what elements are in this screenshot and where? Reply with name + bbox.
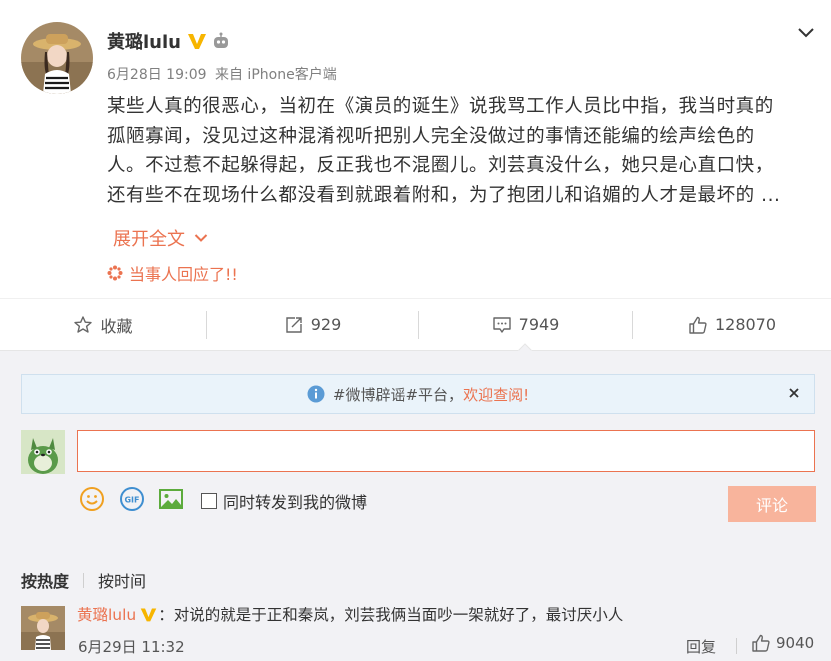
repost-button[interactable]: 929 [207,299,418,350]
verified-icon [140,607,157,621]
repost-checkbox-label: 同时转发到我的微博 [223,493,368,512]
divider [736,638,737,654]
content-line: 孤陋寡闻，没见过这种混淆视听把别人完全没做过的事情还能编的绘声绘色的 [107,125,755,147]
comment-text: ：对说的就是于正和秦岚，刘芸我俩当面吵一架就好了，最讨厌小人 [158,606,624,624]
caret-up-icon [518,343,532,351]
author-row: 黄璐lulu [107,28,231,54]
chevron-down-icon[interactable] [796,22,816,42]
divider [83,572,85,588]
like-button[interactable]: 128070 [633,299,831,350]
verified-icon [187,34,206,49]
notice-text: #微博辟谣#平台， [332,385,464,404]
sort-by-hot-tab[interactable]: 按热度 [21,568,69,592]
post-content: 某些人真的很恶心，当初在《演员的诞生》说我骂工作人员比中指，我当时真的 孤陋寡闻… [107,92,813,210]
submit-comment-button[interactable]: 评论 [728,486,816,522]
favorite-button[interactable]: 收藏 [0,299,206,350]
image-icon[interactable] [158,486,184,512]
like-count: 128070 [714,315,777,334]
sort-by-time-tab[interactable]: 按时间 [98,568,146,592]
comment-like-count: 9040 [776,634,815,652]
repost-checkbox[interactable]: 同时转发到我的微博 [201,489,367,513]
chevron-down-icon [194,234,208,242]
close-icon[interactable] [784,383,804,403]
comment-like-button[interactable]: 9040 [751,633,814,653]
robot-icon[interactable] [211,31,231,51]
notice-link[interactable]: 欢迎查阅! [463,384,529,405]
comment-time: 6月29日 11:32 [78,638,185,656]
comment-line: 黄璐lulu ：对说的就是于正和秦岚，刘芸我俩当面吵一架就好了，最讨厌小人 [77,603,623,625]
weibo-post: 黄璐lulu 6月28日 19:09 来自 iPhone客户端 某些人真的很恶心… [0,0,831,298]
comment-item: 黄璐lulu ：对说的就是于正和秦岚，刘芸我俩当面吵一架就好了，最讨厌小人 6月… [0,596,831,661]
comment-input[interactable] [77,430,815,472]
post-meta: 6月28日 19:09 来自 iPhone客户端 [107,64,337,84]
respond-link[interactable]: 当事人回应了!! [107,261,238,285]
commenter-name[interactable]: 黄璐lulu [77,603,136,625]
content-line: 某些人真的很恶心，当初在《演员的诞生》说我骂工作人员比中指，我当时真的 [107,96,774,117]
thumbs-up-icon [689,316,707,334]
comment-panel: #微博辟谣#平台， 欢迎查阅! GIF 同时转发到我的微博 评论 按热度 按时间… [0,350,831,661]
content-line: 人。不过惹不起躲得起，反正我也不混圈儿。刘芸真没什么，她只是心直口快， [107,155,774,177]
comment-count: 7949 [518,315,560,334]
repost-icon [286,316,302,333]
favorite-label: 收藏 [100,316,133,336]
comment-sort-bar: 按热度 按时间 [21,568,146,592]
thumbs-up-icon [752,634,770,652]
commenter-avatar[interactable] [21,606,65,650]
reply-button[interactable]: 回复 [686,636,716,657]
checkbox-box[interactable] [201,493,217,509]
emoji-icon[interactable] [79,486,105,512]
repost-count: 929 [310,315,342,334]
post-time[interactable]: 6月28日 19:09 [107,67,207,83]
comment-icon [492,316,511,333]
post-source[interactable]: 来自 iPhone客户端 [215,67,337,83]
rumor-notice-banner: #微博辟谣#平台， 欢迎查阅! [21,374,815,414]
expand-label: 展开全文 [113,229,185,250]
star-icon [74,315,93,333]
respond-label: 当事人回应了!! [129,265,238,284]
current-user-avatar[interactable] [21,430,65,474]
info-icon [307,385,325,403]
content-line: 还有些不在现场什么都没看到就跟着附和，为了抱团儿和谄媚的人才是最坏的 ... [107,184,781,206]
expand-full-text-link[interactable]: 展开全文 [113,225,208,251]
action-bar: 收藏 929 7949 128070 [0,298,831,349]
author-avatar[interactable] [21,22,93,94]
svg-text:GIF: GIF [124,496,139,505]
gif-icon[interactable]: GIF [119,486,145,512]
sparkle-icon [107,265,123,281]
author-name[interactable]: 黄璐lulu [107,28,181,54]
